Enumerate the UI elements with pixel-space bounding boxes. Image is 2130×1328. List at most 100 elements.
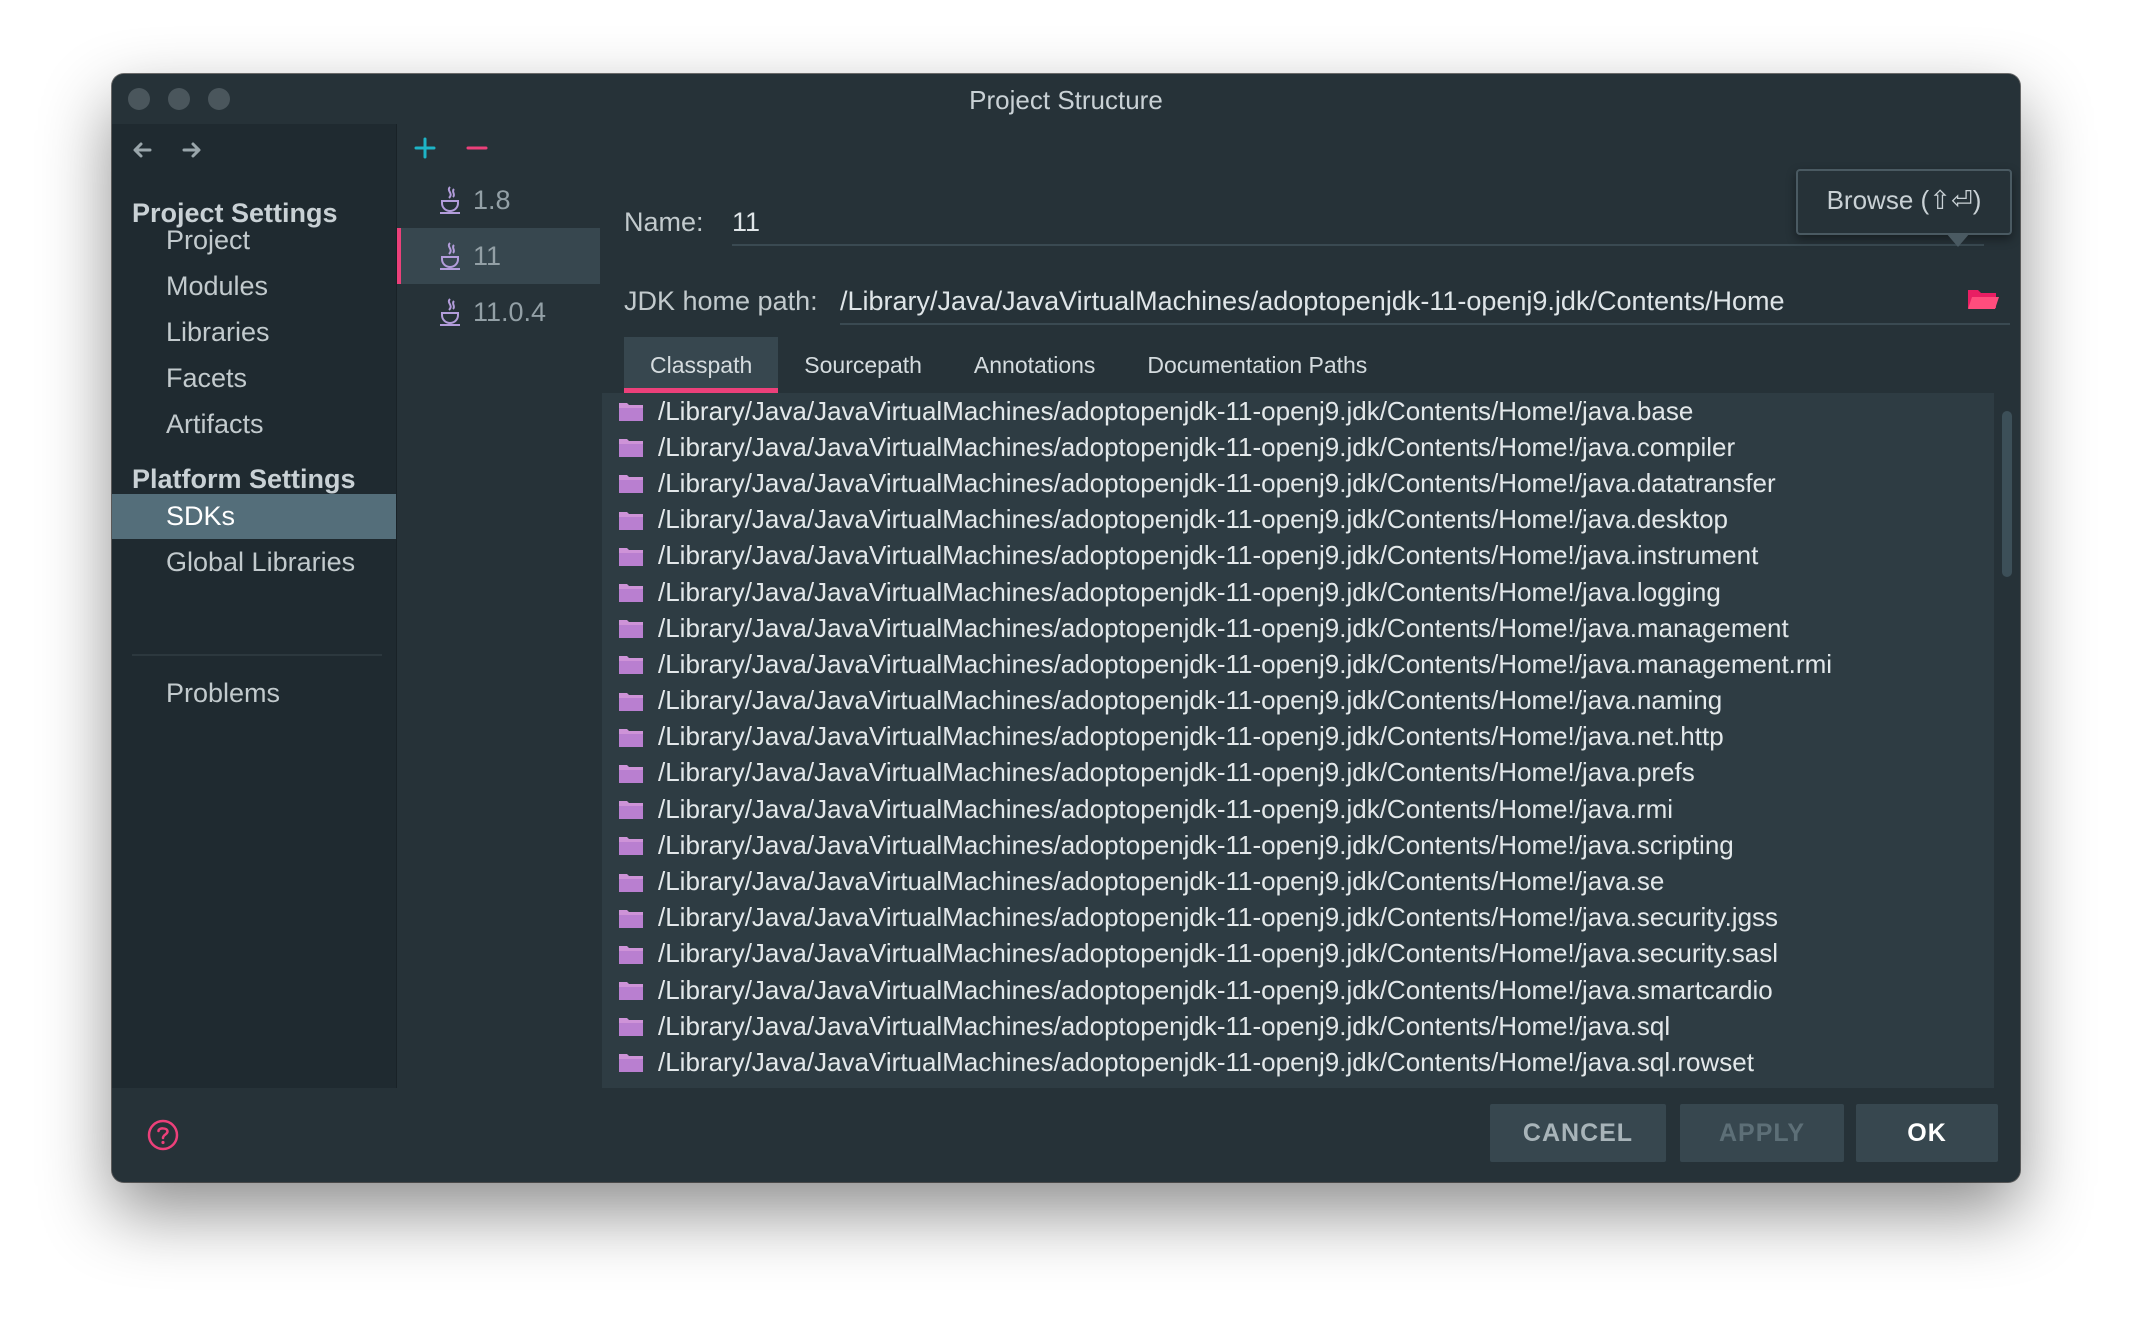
- sidebar-item-problems[interactable]: Problems: [112, 671, 396, 716]
- classpath-row[interactable]: /Library/Java/JavaVirtualMachines/adopto…: [602, 465, 1994, 501]
- classpath-row-label: /Library/Java/JavaVirtualMachines/adopto…: [658, 866, 1665, 897]
- sidebar-item-project[interactable]: Project: [112, 218, 396, 263]
- classpath-row-label: /Library/Java/JavaVirtualMachines/adopto…: [658, 1046, 1754, 1077]
- tab-sourcepath[interactable]: Sourcepath: [778, 337, 948, 393]
- folder-icon: [619, 475, 643, 494]
- add-sdk-button[interactable]: [413, 136, 437, 165]
- tab-annotations[interactable]: Annotations: [948, 337, 1121, 393]
- classpath-row[interactable]: /Library/Java/JavaVirtualMachines/adopto…: [602, 610, 1994, 646]
- java-cup-icon: [440, 298, 460, 326]
- folder-open-icon: [1968, 290, 1999, 309]
- folder-icon: [619, 656, 643, 675]
- classpath-row-label: /Library/Java/JavaVirtualMachines/adopto…: [658, 395, 1694, 426]
- tab-documentation-paths[interactable]: Documentation Paths: [1121, 337, 1393, 393]
- sdk-item[interactable]: 11.0.4: [397, 284, 600, 340]
- classpath-row[interactable]: /Library/Java/JavaVirtualMachines/adopto…: [602, 502, 1994, 538]
- sidebar-item-sdks[interactable]: SDKs: [112, 494, 396, 539]
- window-title: Project Structure: [969, 85, 1163, 115]
- java-cup-icon: [440, 242, 460, 270]
- folder-icon: [619, 728, 643, 747]
- classpath-row[interactable]: /Library/Java/JavaVirtualMachines/adopto…: [602, 429, 1994, 465]
- classpath-row[interactable]: /Library/Java/JavaVirtualMachines/adopto…: [602, 393, 1994, 429]
- sidebar-item-facets[interactable]: Facets: [112, 356, 396, 401]
- arrow-left-icon: [133, 142, 152, 158]
- title-bar: Project Structure: [112, 74, 2020, 124]
- tab-classpath[interactable]: Classpath: [624, 337, 779, 393]
- settings-sidebar: Project Settings Project Modules Librari…: [112, 124, 397, 1088]
- name-label: Name:: [624, 207, 704, 237]
- classpath-row-label: /Library/Java/JavaVirtualMachines/adopto…: [658, 1010, 1671, 1041]
- classpath-row[interactable]: /Library/Java/JavaVirtualMachines/adopto…: [602, 755, 1994, 791]
- sdk-item-label: 1.8: [473, 185, 511, 215]
- classpath-row[interactable]: /Library/Java/JavaVirtualMachines/adopto…: [602, 972, 1994, 1008]
- java-cup-icon: [440, 186, 460, 214]
- back-button[interactable]: [130, 138, 154, 162]
- classpath-row-label: /Library/Java/JavaVirtualMachines/adopto…: [658, 829, 1734, 860]
- classpath-row-label: /Library/Java/JavaVirtualMachines/adopto…: [658, 576, 1721, 607]
- remove-sdk-button[interactable]: [465, 136, 489, 165]
- classpath-row-label: /Library/Java/JavaVirtualMachines/adopto…: [658, 793, 1674, 824]
- browse-button[interactable]: [1966, 284, 2000, 317]
- ok-button[interactable]: OK: [1856, 1104, 1998, 1162]
- classpath-row[interactable]: /Library/Java/JavaVirtualMachines/adopto…: [602, 791, 1994, 827]
- folder-icon: [619, 982, 643, 1001]
- sdk-list-panel: 1.8 11 11.0.4: [397, 124, 600, 1088]
- classpath-row[interactable]: /Library/Java/JavaVirtualMachines/adopto…: [602, 719, 1994, 755]
- folder-icon: [619, 837, 643, 856]
- sdk-details-panel: Name: 11 JDK home path: /Library/Java/Ja…: [602, 124, 2020, 1125]
- classpath-row[interactable]: /Library/Java/JavaVirtualMachines/adopto…: [602, 574, 1994, 610]
- project-structure-dialog: Project Structure Project Settings Proje…: [112, 74, 2020, 1182]
- folder-icon: [619, 692, 643, 711]
- classpath-row[interactable]: /Library/Java/JavaVirtualMachines/adopto…: [602, 827, 1994, 863]
- folder-icon: [619, 1054, 643, 1073]
- classpath-row[interactable]: /Library/Java/JavaVirtualMachines/adopto…: [602, 900, 1994, 936]
- sdk-tabs: Classpath Sourcepath Annotations Documen…: [624, 337, 1393, 393]
- classpath-row-label: /Library/Java/JavaVirtualMachines/adopto…: [658, 504, 1728, 535]
- classpath-row-label: /Library/Java/JavaVirtualMachines/adopto…: [658, 974, 1773, 1005]
- classpath-row[interactable]: /Library/Java/JavaVirtualMachines/adopto…: [602, 863, 1994, 899]
- folder-icon: [619, 945, 643, 964]
- navigation-arrows: [130, 138, 204, 162]
- folder-icon: [619, 873, 643, 892]
- folder-icon: [619, 764, 643, 783]
- sidebar-item-modules[interactable]: Modules: [112, 264, 396, 309]
- folder-icon: [619, 511, 643, 530]
- sidebar-item-global-libraries[interactable]: Global Libraries: [112, 540, 396, 585]
- arrow-right-icon: [182, 142, 201, 158]
- classpath-row-label: /Library/Java/JavaVirtualMachines/adopto…: [658, 938, 1779, 969]
- sidebar-divider: [132, 654, 382, 656]
- classpath-row[interactable]: /Library/Java/JavaVirtualMachines/adopto…: [602, 646, 1994, 682]
- folder-icon: [619, 547, 643, 566]
- folder-icon: [619, 439, 643, 458]
- apply-button[interactable]: APPLY: [1680, 1104, 1844, 1162]
- forward-button[interactable]: [180, 138, 204, 162]
- sdk-item-label: 11: [473, 241, 502, 271]
- classpath-row-label: /Library/Java/JavaVirtualMachines/adopto…: [658, 648, 1832, 679]
- sdk-item-label: 11.0.4: [473, 297, 547, 327]
- classpath-row[interactable]: /Library/Java/JavaVirtualMachines/adopto…: [602, 936, 1994, 972]
- folder-icon: [619, 584, 643, 603]
- classpath-row-label: /Library/Java/JavaVirtualMachines/adopto…: [658, 721, 1724, 752]
- classpath-row-label: /Library/Java/JavaVirtualMachines/adopto…: [658, 757, 1695, 788]
- classpath-row-label: /Library/Java/JavaVirtualMachines/adopto…: [658, 540, 1759, 571]
- folder-icon: [619, 403, 643, 422]
- sidebar-item-artifacts[interactable]: Artifacts: [112, 402, 396, 447]
- classpath-row[interactable]: /Library/Java/JavaVirtualMachines/adopto…: [602, 538, 1994, 574]
- folder-icon: [619, 801, 643, 820]
- classpath-scrollbar[interactable]: [2002, 411, 2012, 577]
- sdk-item[interactable]: 1.8: [397, 172, 600, 228]
- dialog-button-bar: CANCEL APPLY OK: [112, 1088, 2020, 1182]
- classpath-row[interactable]: /Library/Java/JavaVirtualMachines/adopto…: [602, 1008, 1994, 1044]
- classpath-row[interactable]: /Library/Java/JavaVirtualMachines/adopto…: [602, 683, 1994, 719]
- classpath-row[interactable]: /Library/Java/JavaVirtualMachines/adopto…: [602, 1044, 1994, 1080]
- sidebar-item-libraries[interactable]: Libraries: [112, 310, 396, 355]
- question-icon: [147, 1119, 179, 1151]
- cancel-button[interactable]: CANCEL: [1490, 1104, 1666, 1162]
- sdk-item-selected[interactable]: 11: [397, 228, 600, 284]
- plus-icon: [414, 137, 436, 159]
- jdk-home-path-field[interactable]: /Library/Java/JavaVirtualMachines/adopto…: [840, 286, 2010, 325]
- folder-icon: [619, 620, 643, 639]
- help-button[interactable]: [146, 1118, 180, 1157]
- classpath-list[interactable]: /Library/Java/JavaVirtualMachines/adopto…: [602, 393, 1994, 1090]
- jdk-home-path-label: JDK home path:: [624, 286, 818, 316]
